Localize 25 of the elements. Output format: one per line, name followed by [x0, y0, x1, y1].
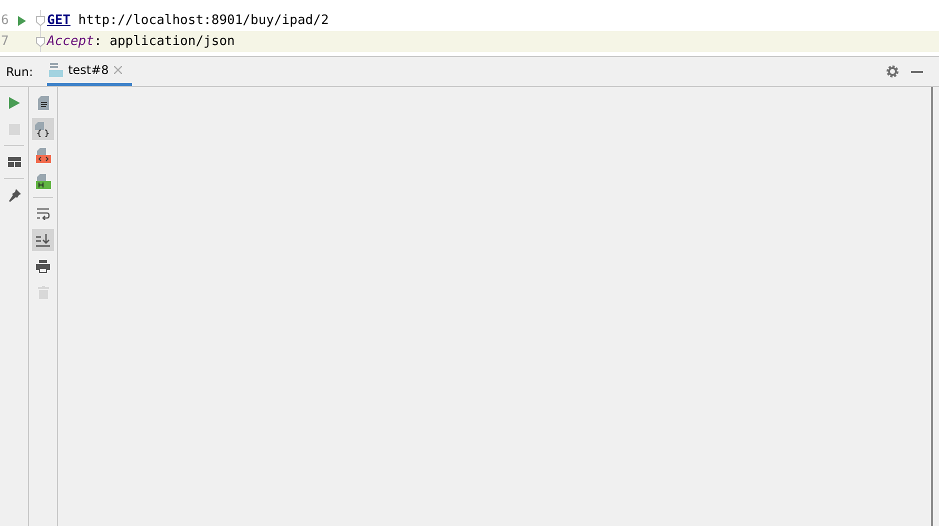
api-icon: [49, 63, 64, 77]
code-line: GET http://localhost:8901/buy/ipad/2: [46, 13, 329, 28]
code-line: Accept: application/json: [46, 34, 235, 49]
minimize-icon[interactable]: [911, 70, 923, 72]
fold-marker-icon[interactable]: [36, 36, 45, 46]
run-icon: [8, 97, 20, 109]
line-number: 7: [1, 34, 10, 49]
header-document-icon: [36, 174, 50, 188]
scroll-to-end-icon: [36, 234, 50, 246]
pin-icon: [8, 188, 20, 202]
json-document-icon: [35, 122, 51, 136]
layout-icon: [8, 157, 20, 167]
settings-icon[interactable]: [886, 65, 899, 78]
html-document-icon: [36, 148, 50, 162]
fold-marker-icon[interactable]: [36, 16, 45, 26]
document-icon: [38, 96, 48, 110]
run-label: Run:: [5, 64, 34, 78]
stop-icon: [8, 124, 20, 134]
soft-wrap-icon: [36, 208, 50, 220]
toolbar-button[interactable]: [32, 118, 54, 140]
run-tab[interactable]: test#8: [47, 57, 132, 86]
run-icon[interactable]: [18, 16, 26, 26]
trash-icon: [38, 286, 48, 298]
line-number: 6: [1, 13, 10, 28]
print-icon: [36, 260, 50, 272]
